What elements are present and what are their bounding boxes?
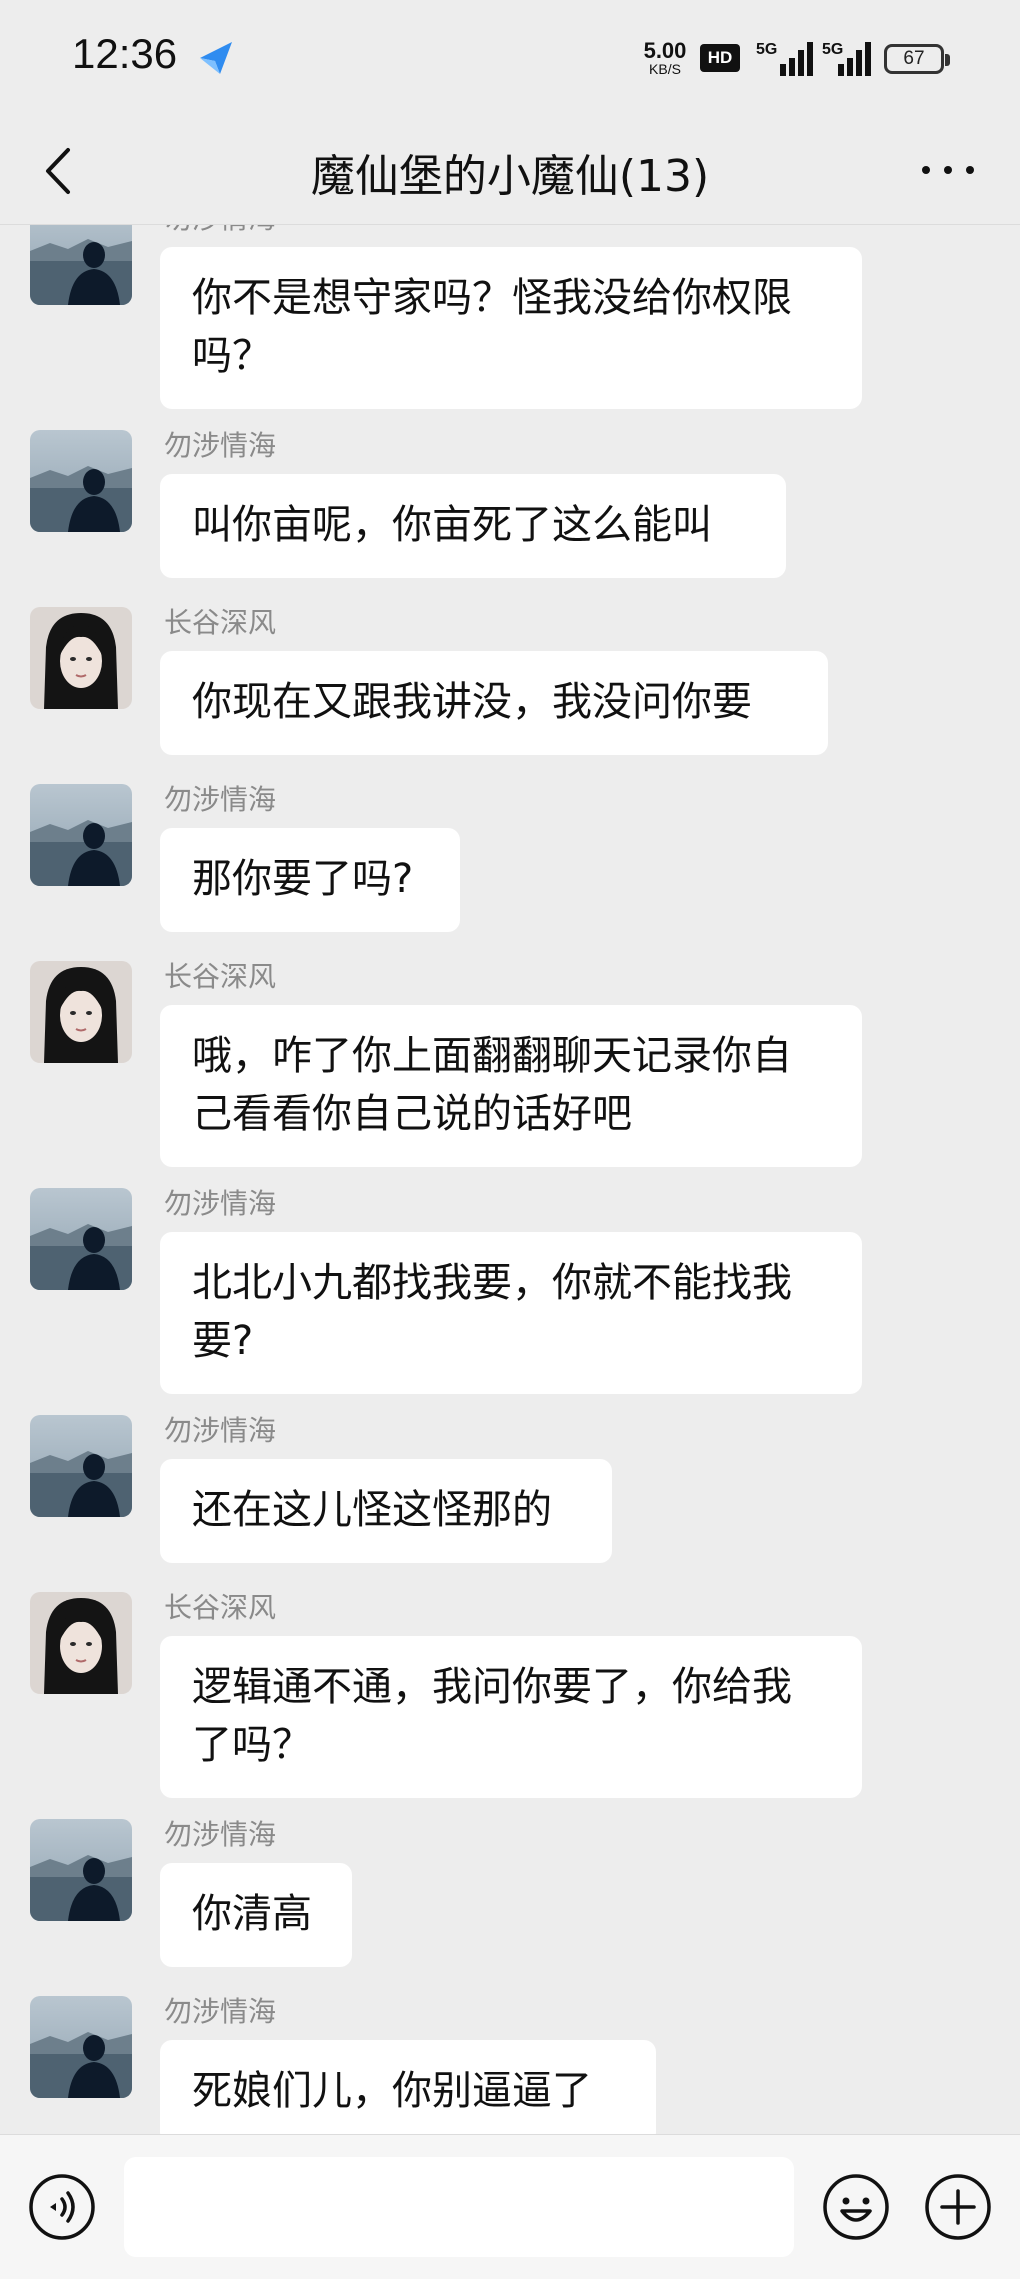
chat-header: 魔仙堡的小魔仙(13): [0, 118, 1020, 225]
svg-text:5G: 5G: [756, 41, 777, 58]
avatar[interactable]: [30, 607, 132, 709]
message-bubble[interactable]: 你现在又跟我讲没，我没问你要: [160, 651, 828, 755]
message-bubble[interactable]: 哦，咋了你上面翻翻聊天记录你自 己看看你自己说的话好吧: [160, 1005, 862, 1167]
voice-icon[interactable]: [28, 2173, 96, 2241]
message-line: 你清高: [192, 1891, 312, 1937]
message-line: 那你要了吗?: [192, 856, 414, 902]
chat-input-bar: [0, 2134, 1020, 2279]
more-dots-icon[interactable]: [920, 158, 976, 182]
avatar[interactable]: [30, 1819, 132, 1921]
avatar[interactable]: [30, 225, 132, 305]
sender-name: 勿涉情海: [164, 429, 277, 462]
sender-name: 长谷深风: [164, 606, 277, 639]
battery-indicator: 67: [884, 44, 950, 74]
message-line: 哦，咋了你上面翻翻聊天记录你自: [192, 1033, 792, 1079]
message-input[interactable]: [124, 2157, 794, 2257]
message-line: 逻辑通不通，我问你要了，你给我: [192, 1664, 792, 1710]
message-line: 你现在又跟我讲没，我没问你要: [192, 679, 752, 725]
message-bubble[interactable]: 叫你亩呢，你亩死了这么能叫: [160, 474, 786, 578]
sender-name: 勿涉情海: [164, 783, 277, 816]
message-bubble[interactable]: 那你要了吗?: [160, 828, 460, 932]
message-bubble[interactable]: 北北小九都找我要，你就不能找我 要?: [160, 1232, 862, 1394]
message-line: 要?: [192, 1318, 254, 1364]
message-bubble[interactable]: 死娘们儿，你别逼逼了: [160, 2040, 656, 2135]
hd-badge: HD: [700, 44, 740, 72]
sender-name: 勿涉情海: [164, 1995, 277, 2028]
avatar[interactable]: [30, 961, 132, 1063]
sender-name: 勿涉情海: [164, 1818, 277, 1851]
message-line: 死娘们儿，你别逼逼了: [192, 2068, 592, 2114]
sender-name: 勿涉情海: [164, 225, 276, 237]
sender-name: 勿涉情海: [164, 1187, 277, 1220]
avatar[interactable]: [30, 1415, 132, 1517]
avatar[interactable]: [30, 430, 132, 532]
signal-5g-icon: 5G: [756, 41, 813, 76]
status-time: 12:36: [72, 30, 178, 77]
message-line: 叫你亩呢，你亩死了这么能叫: [192, 502, 712, 548]
message-line: 吗？: [192, 333, 272, 379]
message-bubble[interactable]: 逻辑通不通，我问你要了，你给我 了吗？: [160, 1636, 862, 1798]
message-list[interactable]: 勿涉情海 你不是想守家吗？怪我没给你权限 吗？ 勿涉情海 叫你亩呢，你亩死了这么…: [0, 225, 1020, 2135]
sender-name: 勿涉情海: [164, 1414, 277, 1447]
sender-name: 长谷深风: [164, 1591, 277, 1624]
plus-icon[interactable]: [924, 2173, 992, 2241]
message-bubble[interactable]: 你清高: [160, 1863, 352, 1967]
status-bar: 12:36 5.00 KB/S HD 5G 5G 67: [0, 0, 1020, 118]
message-line: 你不是想守家吗？怪我没给你权限: [192, 275, 792, 321]
avatar[interactable]: [30, 784, 132, 886]
network-speed: 5.00 KB/S: [643, 38, 687, 77]
signal-5g-icon-2: 5G: [822, 41, 871, 76]
message-bubble[interactable]: 还在这儿怪这怪那的: [160, 1459, 612, 1563]
message-line: 了吗？: [192, 1722, 312, 1768]
chat-title: 魔仙堡的小魔仙(13): [310, 151, 710, 202]
message-line: 己看看你自己说的话好吧: [192, 1091, 632, 1137]
sender-name: 长谷深风: [164, 960, 277, 993]
message-bubble[interactable]: 你不是想守家吗？怪我没给你权限 吗？: [160, 247, 862, 409]
message-line: 北北小九都找我要，你就不能找我: [192, 1260, 792, 1306]
emoji-icon[interactable]: [822, 2173, 890, 2241]
svg-text:5G: 5G: [822, 41, 843, 58]
navigation-app-icon: [200, 42, 232, 74]
message-line: 还在这儿怪这怪那的: [192, 1487, 552, 1533]
avatar[interactable]: [30, 1188, 132, 1290]
avatar[interactable]: [30, 1996, 132, 2098]
avatar[interactable]: [30, 1592, 132, 1694]
